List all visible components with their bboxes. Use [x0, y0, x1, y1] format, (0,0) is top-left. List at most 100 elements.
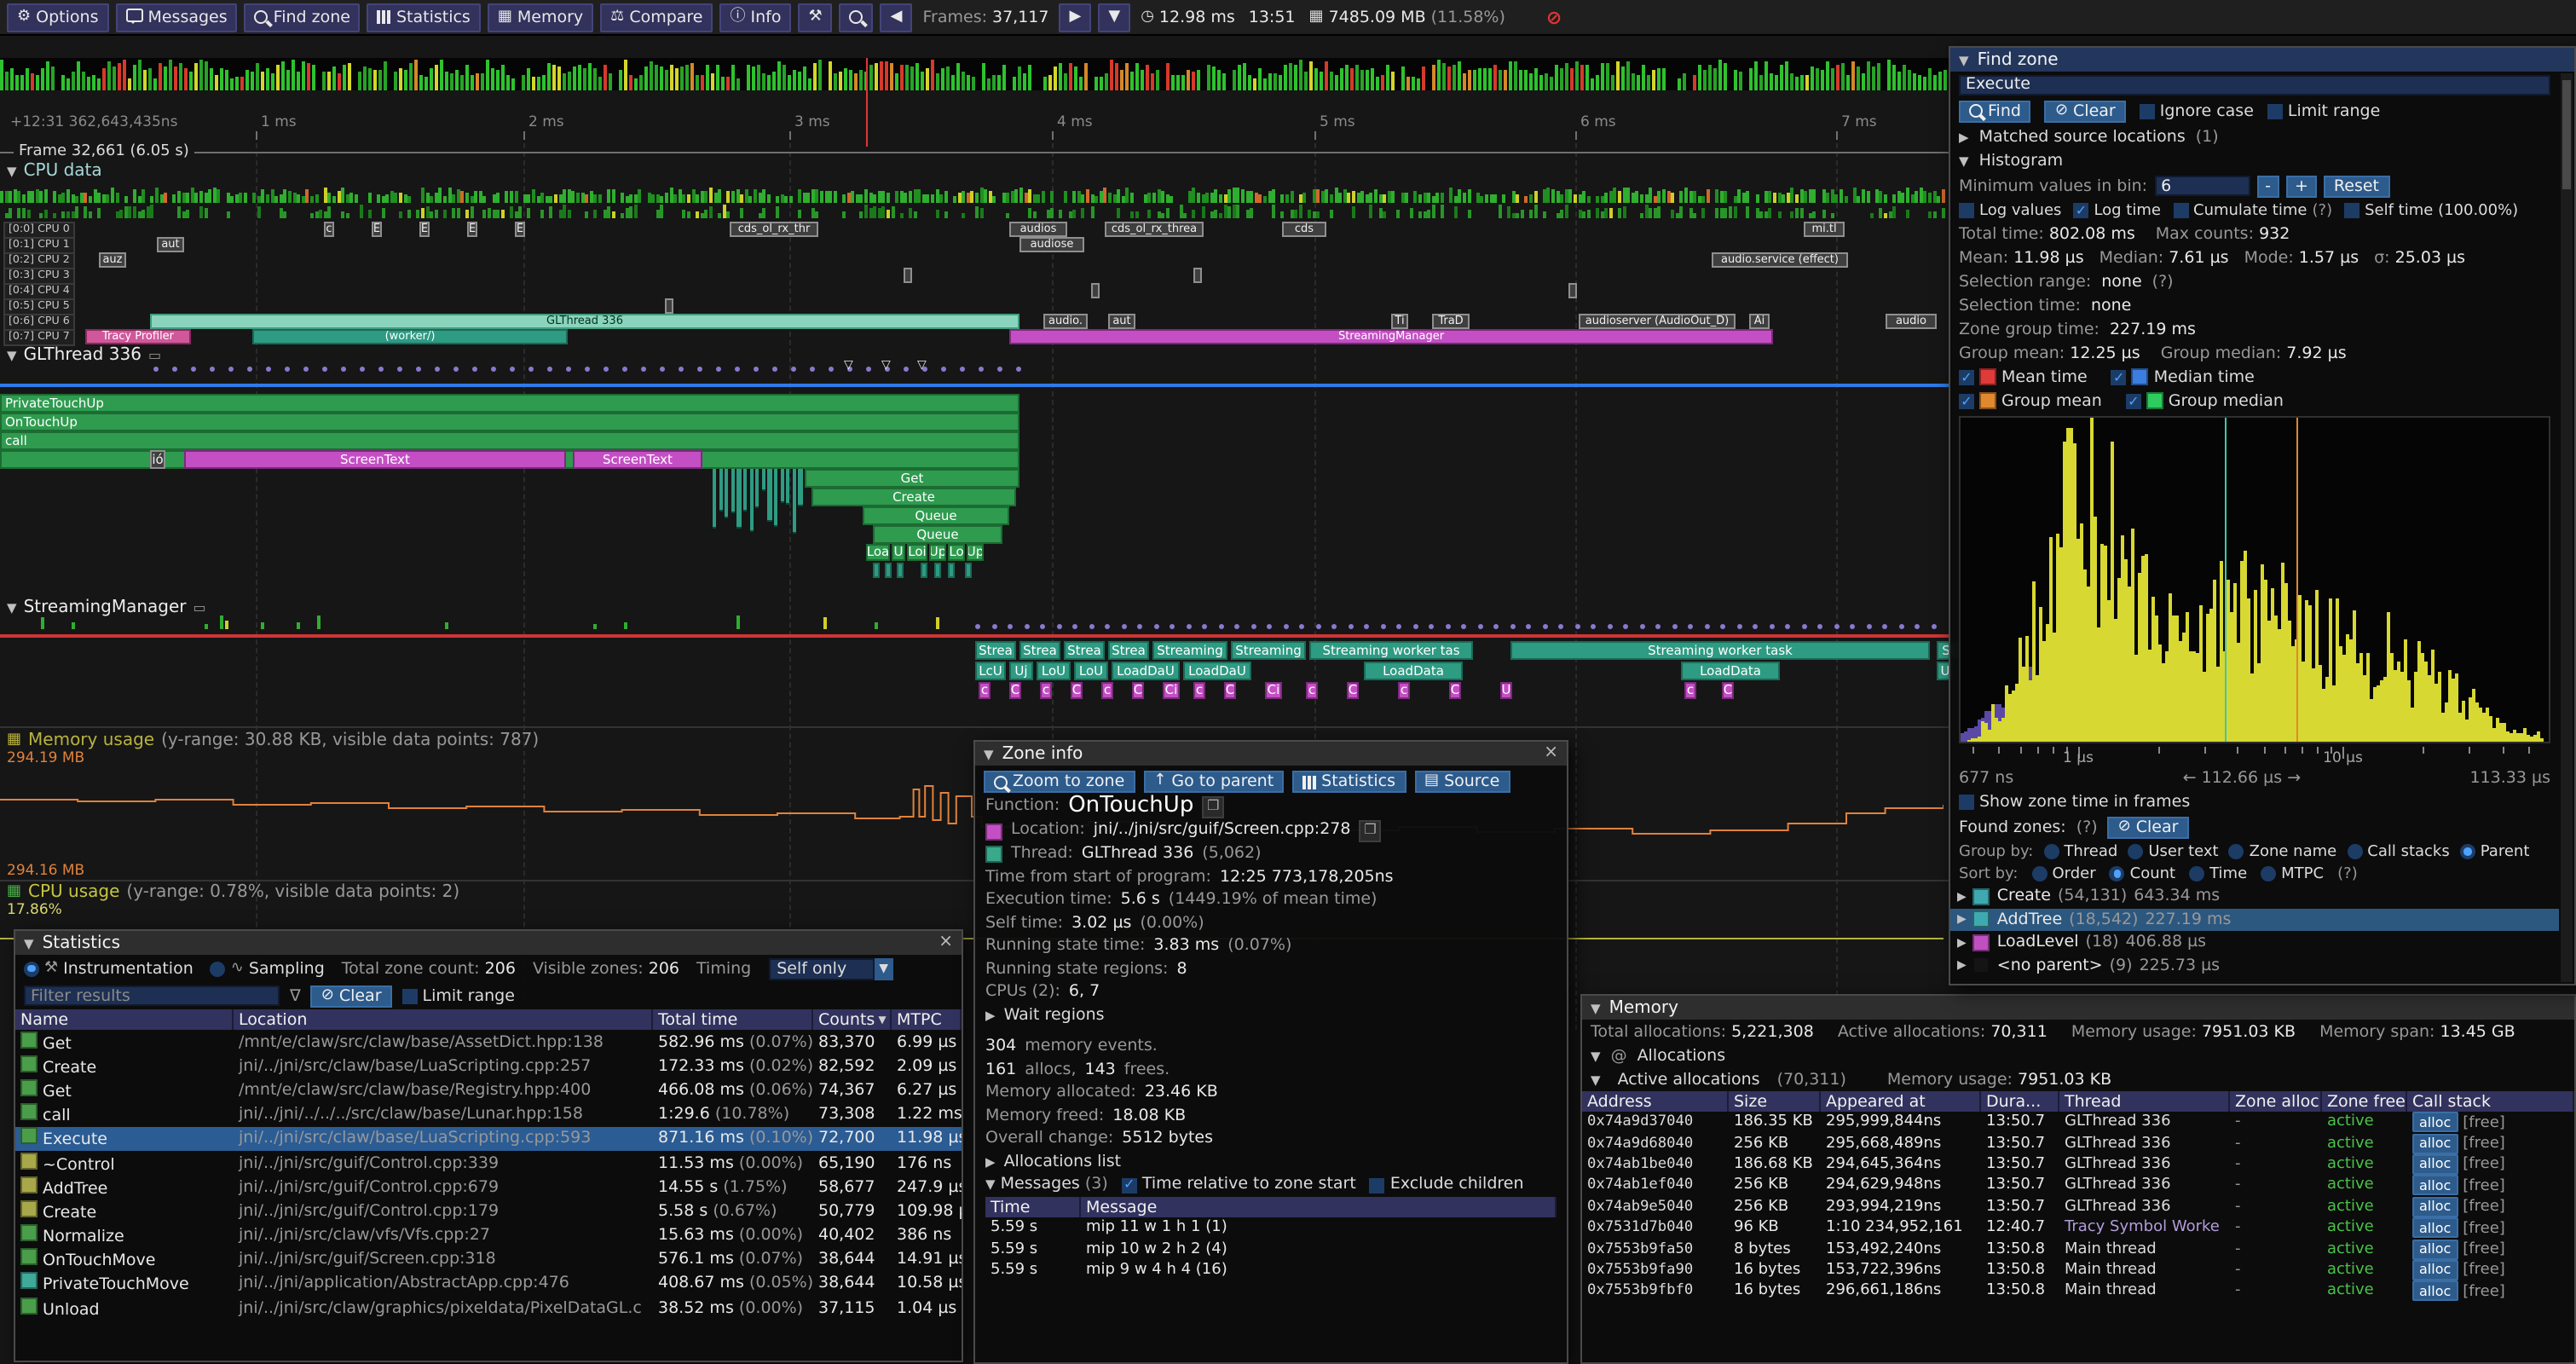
messages-table-header[interactable]: Time Message [985, 1197, 1557, 1217]
find-zone-titlebar[interactable]: ▼ Find zone [1950, 48, 2574, 72]
min-bin-decrement[interactable]: - [2256, 175, 2279, 197]
find-button[interactable]: Find [1959, 100, 2031, 122]
alloc-callstack-button[interactable]: alloc [2412, 1154, 2458, 1175]
histogram-option-0[interactable]: Log values [1959, 202, 2061, 219]
timeline-zone[interactable]: Streaming [1152, 641, 1227, 660]
series-toggle-3[interactable]: Group median [2126, 391, 2284, 410]
clear-button[interactable]: ⊘Clear [2045, 100, 2126, 122]
timeline-zone[interactable]: LoadDaU [1112, 662, 1180, 680]
filter-input[interactable] [24, 985, 280, 1006]
timeline-zone[interactable]: C [1132, 682, 1144, 699]
histogram-plot[interactable] [1959, 416, 2550, 743]
stats-row[interactable]: Normalizejni/../jni/src/claw/vfs/Vfs.cpp… [15, 1223, 962, 1247]
memory-usage-header[interactable]: ▦ Memory usage (y-range: 30.88 KB, visib… [7, 731, 539, 750]
alloc-callstack-button[interactable]: alloc [2412, 1176, 2458, 1196]
messages-toggle[interactable]: ▼ Messages (3) [985, 1175, 1108, 1196]
stats-row[interactable]: ~Controljni/../jni/src/guif/Control.cpp:… [15, 1151, 962, 1175]
limit-range-checkbox[interactable]: Limit range [402, 986, 515, 1005]
found-zone-group[interactable]: ▶LoadLevel(18)406.88 µs [1950, 931, 2559, 954]
statistics-button[interactable]: Statistics [1292, 771, 1406, 793]
timeline-zone[interactable]: c [1684, 682, 1696, 699]
allocations-list-toggle[interactable]: ▶ Allocations list [975, 1151, 1567, 1174]
timeline-zone[interactable]: Streaming worker task [1510, 641, 1930, 660]
ignore-case-checkbox[interactable]: Ignore case [2140, 101, 2254, 120]
allocation-row[interactable]: 0x7553b9fbf016 bytes296,661,186ns13:50.8… [1582, 1280, 2574, 1302]
funnel-icon[interactable]: ∇ [290, 986, 301, 1005]
wait-regions-toggle[interactable]: ▶ Wait regions [975, 1004, 1567, 1027]
alloc-callstack-button[interactable]: alloc [2412, 1112, 2458, 1132]
found-zone-group[interactable]: ▶Create(54,131)643.34 ms [1950, 885, 2559, 908]
timeline-zone[interactable]: LoU [1074, 662, 1108, 680]
histogram-option-1[interactable]: Log time [2073, 202, 2161, 219]
timeline-zone[interactable]: C [1071, 682, 1083, 699]
cpu-usage-header[interactable]: ▦ CPU usage (y-range: 0.78%, visible dat… [7, 883, 459, 902]
timeline-zone[interactable]: c [1306, 682, 1318, 699]
clear-found-button[interactable]: ⊘Clear [2108, 816, 2189, 838]
stats-row[interactable]: Executejni/../jni/src/claw/base/LuaScrip… [15, 1127, 962, 1151]
limit-range-checkbox[interactable]: Limit range [2267, 101, 2380, 120]
min-bin-increment[interactable]: + [2286, 175, 2317, 197]
clear-filter-button[interactable]: ⊘ Clear [311, 985, 392, 1007]
allocation-row[interactable]: 0x74ab9e5040256 KB293,994,219ns13:50.7GL… [1582, 1196, 2574, 1217]
group-by-4[interactable]: Parent [2460, 843, 2530, 860]
zone-info-titlebar[interactable]: ▼ Zone info × [975, 742, 1567, 766]
go-to-parent-button[interactable]: ↑Go to parent [1143, 771, 1284, 793]
timeline-zone[interactable]: LoadData [1681, 662, 1780, 680]
collapse-icon[interactable]: ▼ [24, 935, 34, 951]
series-toggle-2[interactable]: Group mean [1959, 391, 2102, 410]
sort-by-3[interactable]: MTPC [2261, 865, 2324, 882]
close-icon[interactable]: × [939, 934, 953, 951]
alloc-callstack-button[interactable]: alloc [2412, 1260, 2458, 1280]
allocation-row[interactable]: 0x7553b9fa508 bytes153,492,240ns13:50.8M… [1582, 1239, 2574, 1260]
collapse-icon[interactable]: ▼ [1959, 52, 1969, 67]
allocations-toggle[interactable]: ▼ @ Allocations [1582, 1043, 2574, 1067]
group-by-2[interactable]: Zone name [2229, 843, 2337, 860]
compare-button[interactable]: ⚖Compare [600, 3, 713, 32]
find-zone-query-input[interactable] [1959, 74, 2550, 95]
timeline-zone[interactable]: Ci [1265, 682, 1282, 699]
tools-button[interactable]: ⚒ [799, 3, 833, 32]
timeline-zone[interactable]: Strea [975, 641, 1016, 660]
histogram-toggle[interactable]: ▼ Histogram [1950, 148, 2559, 172]
sort-by-0[interactable]: Order [2031, 865, 2095, 882]
collapse-icon[interactable]: ▼ [1591, 1000, 1601, 1015]
timeline-zone[interactable]: c [1193, 682, 1205, 699]
source-button[interactable]: ▤Source [1414, 771, 1510, 793]
timeline-zone[interactable]: U [1500, 682, 1512, 699]
series-toggle-0[interactable]: Mean time [1959, 367, 2088, 386]
allocation-row[interactable]: 0x74ab1ef040256 KB294,629,948ns13:50.7GL… [1582, 1175, 2574, 1196]
alloc-callstack-button[interactable]: alloc [2412, 1281, 2458, 1302]
stats-row[interactable]: PrivateTouchMovejni/../jni/application/A… [15, 1272, 962, 1296]
sort-by-2[interactable]: Time [2189, 865, 2247, 882]
find-zone-button[interactable]: Find zone [245, 3, 361, 32]
timeline-zone[interactable]: Uj [1009, 662, 1033, 680]
timeline-zone[interactable]: C [1347, 682, 1359, 699]
histogram-option-2[interactable]: Cumulate time(?) [2173, 202, 2332, 219]
info-button[interactable]: ⓘInfo [720, 3, 792, 32]
statistics-titlebar[interactable]: ▼ Statistics × [15, 931, 962, 955]
exclude-children-checkbox[interactable]: Exclude children [1370, 1175, 1524, 1196]
instrumentation-radio[interactable]: ⚒ Instrumentation [24, 959, 193, 978]
timeline-zone[interactable]: c [1101, 682, 1113, 699]
scrollbar[interactable] [2561, 73, 2573, 982]
close-icon[interactable]: × [1544, 745, 1558, 762]
alloc-callstack-button[interactable]: alloc [2412, 1133, 2458, 1153]
collapse-icon[interactable]: ▼ [984, 746, 994, 761]
timeline-zone[interactable]: Ci [1163, 682, 1180, 699]
zoom-to-zone-button[interactable]: Zoom to zone [984, 771, 1135, 793]
timeline-zone[interactable]: Strea [1064, 641, 1105, 660]
timeline-zone[interactable]: Strea [1108, 641, 1149, 660]
stats-row[interactable]: Createjni/../jni/src/claw/base/LuaScript… [15, 1054, 962, 1078]
next-frame-button[interactable]: ▶ [1060, 3, 1092, 32]
location-value[interactable]: jni/../jni/src/guif/Screen.cpp:278 [1094, 821, 1351, 842]
allocation-row[interactable]: 0x74ab1be040186.68 KB294,645,364ns13:50.… [1582, 1154, 2574, 1176]
sort-by-1[interactable]: Count [2110, 865, 2175, 882]
statistics-button[interactable]: Statistics [367, 3, 481, 32]
found-zone-group[interactable]: ▶<no parent>(9)225.73 µs [1950, 954, 2559, 977]
sampling-radio[interactable]: ∿ Sampling [211, 959, 325, 978]
timeline-zone[interactable]: c [979, 682, 991, 699]
message-row[interactable]: 5.59 smip 10 w 2 h 2 (4) [985, 1239, 1557, 1260]
stats-table-header[interactable]: Name Location Total time Counts▼ MTPC [15, 1009, 962, 1030]
timeline-zone[interactable]: LoadData [1364, 662, 1463, 680]
allocation-row[interactable]: 0x7553b9fa9016 bytes153,722,396ns13:50.8… [1582, 1259, 2574, 1280]
